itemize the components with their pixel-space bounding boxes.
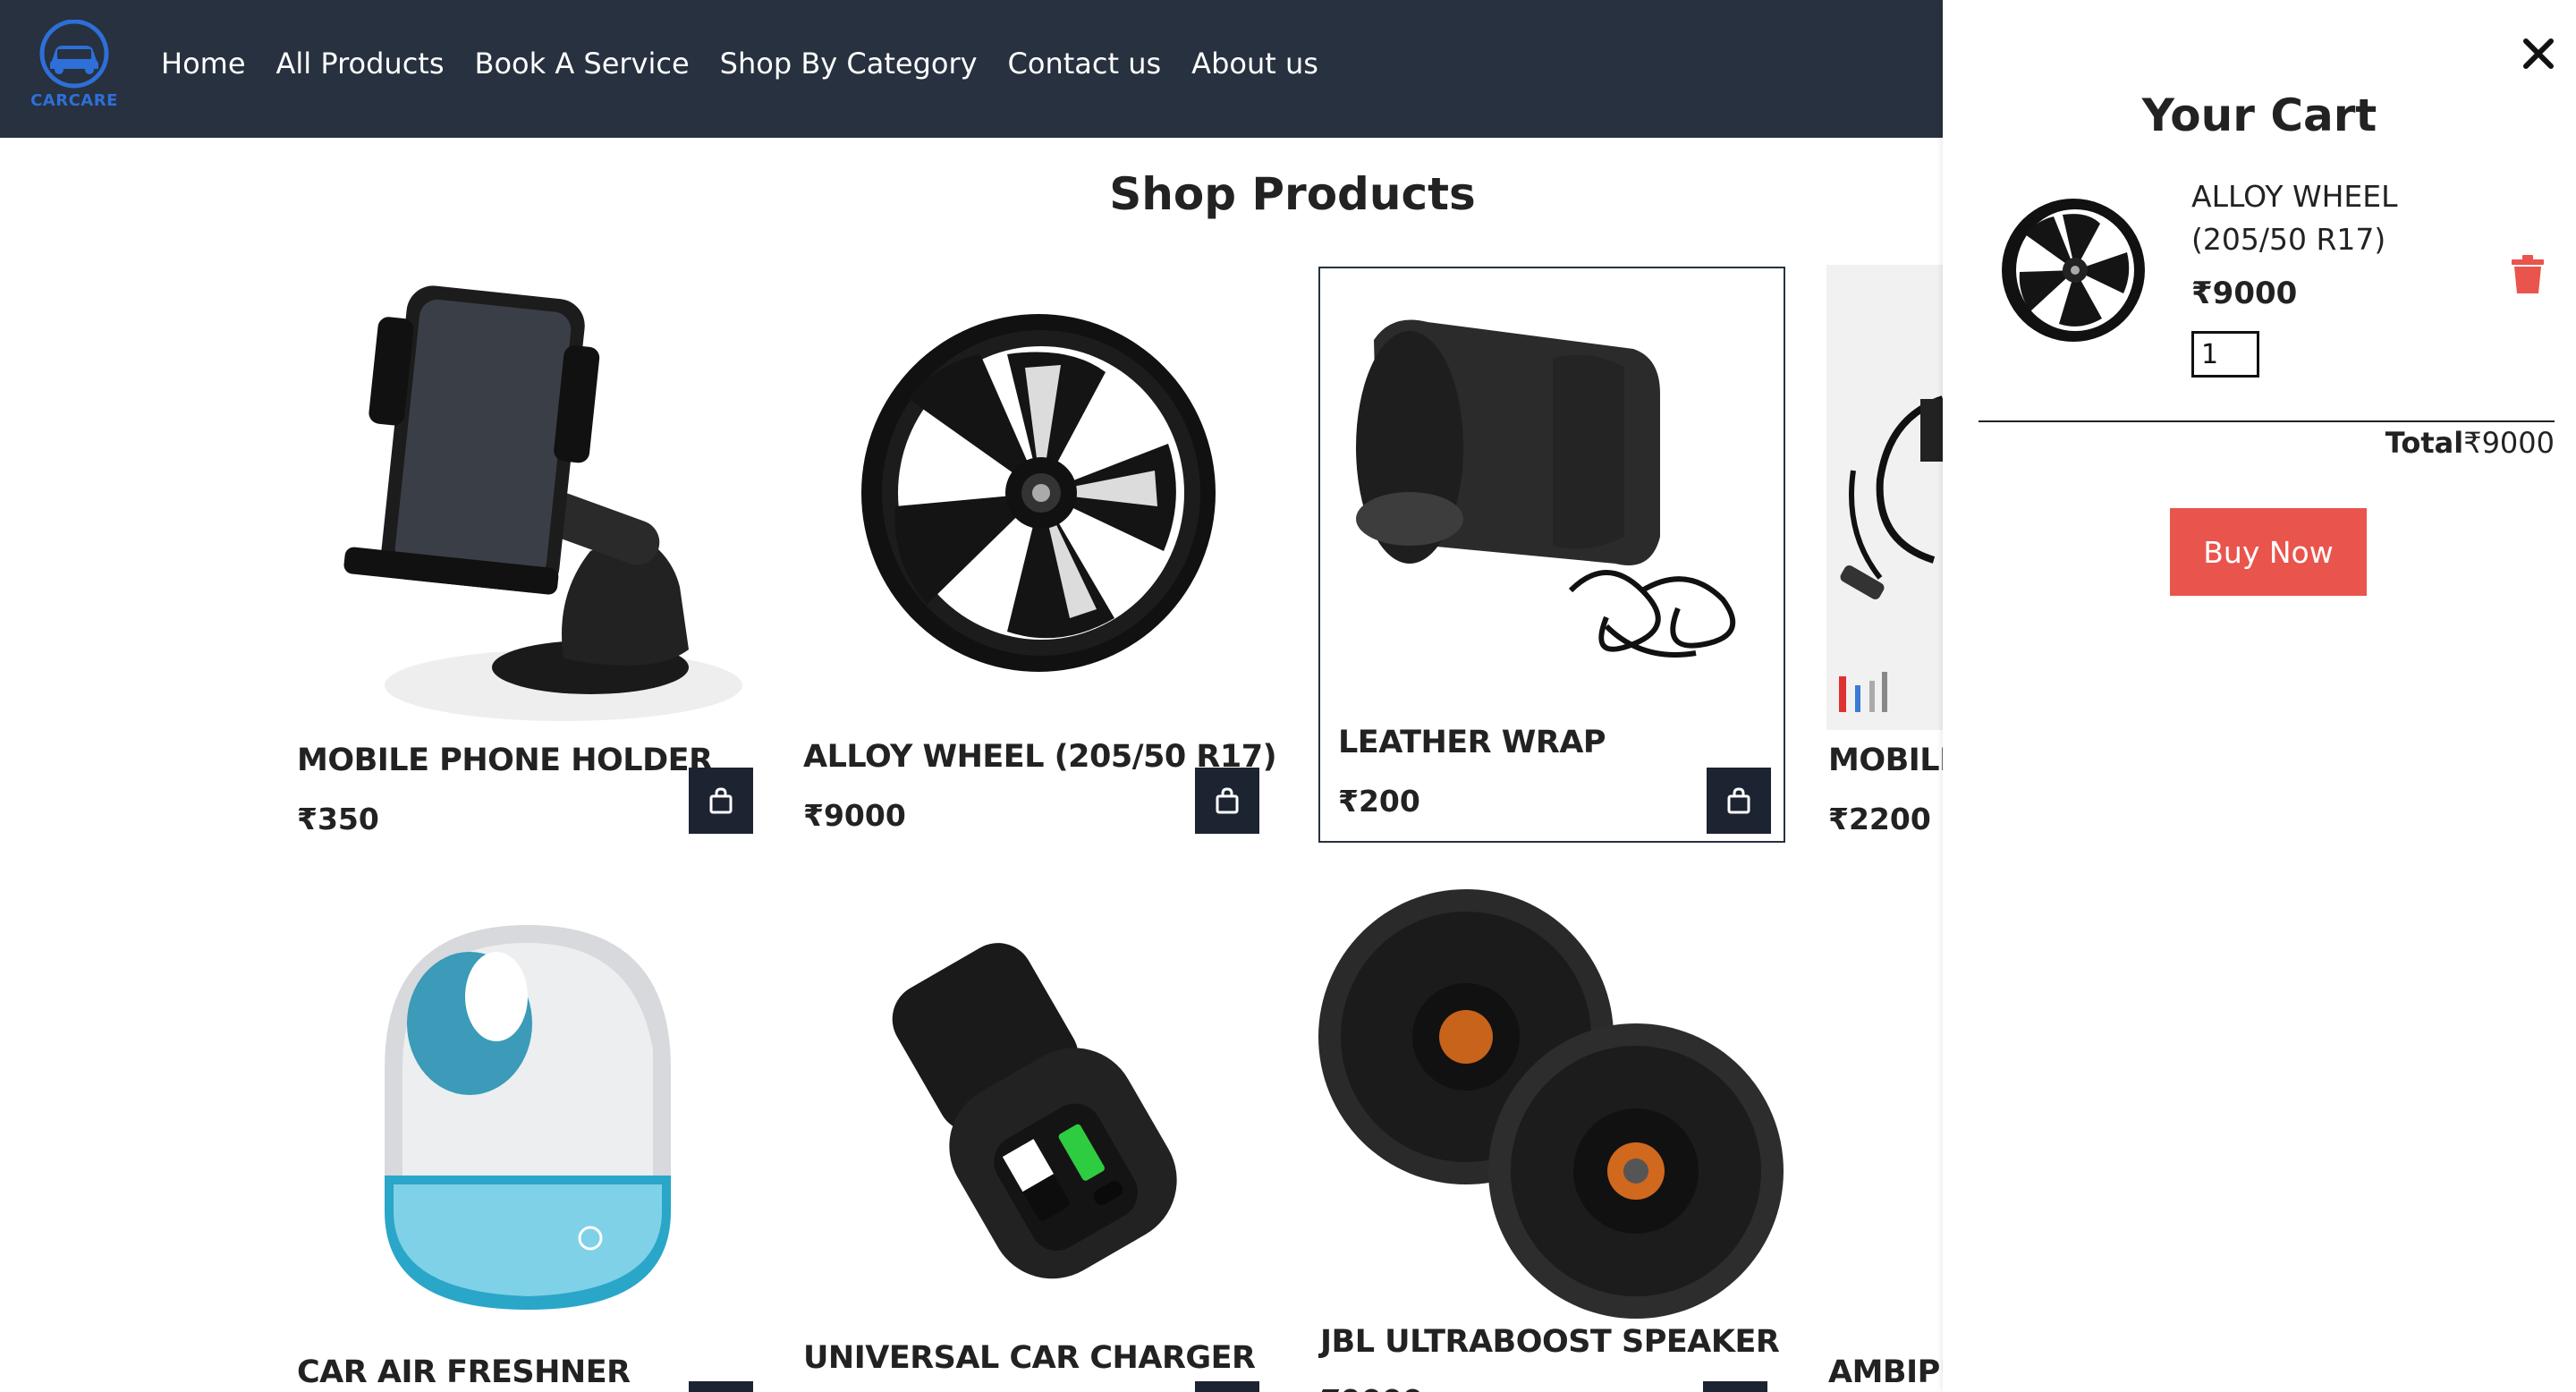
add-to-cart-button[interactable] <box>1195 768 1259 834</box>
product-image-universal-car-charger[interactable] <box>801 889 1267 1337</box>
product-card-mobile[interactable]: MOBILE ₹2200 <box>1826 265 1943 837</box>
cart-total-label: Total <box>2385 426 2464 460</box>
cart-divider <box>1979 420 2555 422</box>
cart-item-quantity-input[interactable] <box>2191 331 2259 378</box>
product-card-car-air-freshner[interactable]: CAR AIR FRESHNER <box>295 889 760 1392</box>
product-price: ₹9000 <box>803 798 906 833</box>
product-image-leather-wrap[interactable] <box>1338 286 1767 698</box>
trash-icon <box>2512 255 2544 293</box>
brand-name: CARCARE <box>30 91 118 110</box>
product-name[interactable]: AMBIPU <box>1828 1354 1943 1390</box>
product-price: ₹2200 <box>1828 802 1931 836</box>
buy-now-button[interactable]: Buy Now <box>2170 508 2367 596</box>
add-to-cart-button[interactable] <box>1703 1381 1767 1392</box>
add-to-cart-button[interactable] <box>689 1381 753 1392</box>
product-name[interactable]: MOBILE PHONE HOLDER <box>297 743 713 778</box>
product-name[interactable]: JBL ULTRABOOST SPEAKER <box>1320 1324 1780 1360</box>
nav-item-shop-by-category[interactable]: Shop By Category <box>720 47 978 81</box>
cart-total-value: ₹9000 <box>2463 426 2555 460</box>
product-card-mobile-phone-holder[interactable]: MOBILE PHONE HOLDER ₹350 <box>295 265 760 837</box>
cart-total: Total₹9000 <box>2191 426 2555 460</box>
cart-item-name: ALLOY WHEEL (205/50 R17) <box>2191 179 2398 257</box>
remove-item-button[interactable] <box>2510 254 2546 295</box>
product-image-car-air-freshner[interactable] <box>295 889 760 1337</box>
product-card-leather-wrap[interactable]: LEATHER WRAP ₹200 <box>1318 267 1785 843</box>
product-name[interactable]: CAR AIR FRESHNER <box>297 1354 631 1390</box>
product-image-mobile-phone-holder[interactable] <box>295 265 760 730</box>
shopping-bag-icon <box>709 787 733 814</box>
close-icon <box>2523 38 2554 69</box>
product-card-ambipu[interactable]: AMBIPU <box>1826 889 1943 1392</box>
product-card-universal-car-charger[interactable]: UNIVERSAL CAR CHARGER <box>801 889 1267 1392</box>
cart-title: Your Cart <box>2141 89 2377 141</box>
nav-item-home[interactable]: Home <box>161 47 246 81</box>
cart-item-price: ₹9000 <box>2191 276 2298 311</box>
product-price: ₹350 <box>297 802 379 836</box>
product-name[interactable]: UNIVERSAL CAR CHARGER <box>803 1340 1256 1376</box>
product-price: ₹200 <box>1338 784 1420 819</box>
product-price: ₹9000 <box>1320 1383 1423 1392</box>
product-card-jbl-ultraboost-speaker[interactable]: JBL ULTRABOOST SPEAKER ₹9000 <box>1318 889 1784 1392</box>
shopping-bag-icon <box>1216 787 1239 814</box>
nav-item-contact-us[interactable]: Contact us <box>1008 47 1162 81</box>
product-name[interactable]: LEATHER WRAP <box>1338 725 1606 760</box>
add-to-cart-button[interactable] <box>1707 768 1771 834</box>
product-image-jbl-ultraboost-speaker[interactable] <box>1318 889 1784 1319</box>
nav-item-about-us[interactable]: About us <box>1191 47 1318 81</box>
product-image-mobile[interactable] <box>1826 265 1943 730</box>
nav-links: Home All Products Book A Service Shop By… <box>161 47 1318 81</box>
nav-item-all-products[interactable]: All Products <box>276 47 445 81</box>
close-cart-button[interactable] <box>2521 36 2556 72</box>
product-image-alloy-wheel[interactable] <box>801 265 1267 730</box>
brand-logo[interactable]: CARCARE <box>25 20 123 116</box>
car-icon <box>39 20 109 89</box>
cart-item-image <box>1996 193 2150 347</box>
add-to-cart-button[interactable] <box>1195 1381 1259 1392</box>
add-to-cart-button[interactable] <box>689 768 753 834</box>
nav-item-book-a-service[interactable]: Book A Service <box>475 47 690 81</box>
product-card-alloy-wheel[interactable]: ALLOY WHEEL (205/50 R17) ₹9000 <box>801 265 1277 837</box>
product-name[interactable]: MOBILE <box>1828 743 1943 778</box>
shopping-bag-icon <box>1727 787 1750 814</box>
